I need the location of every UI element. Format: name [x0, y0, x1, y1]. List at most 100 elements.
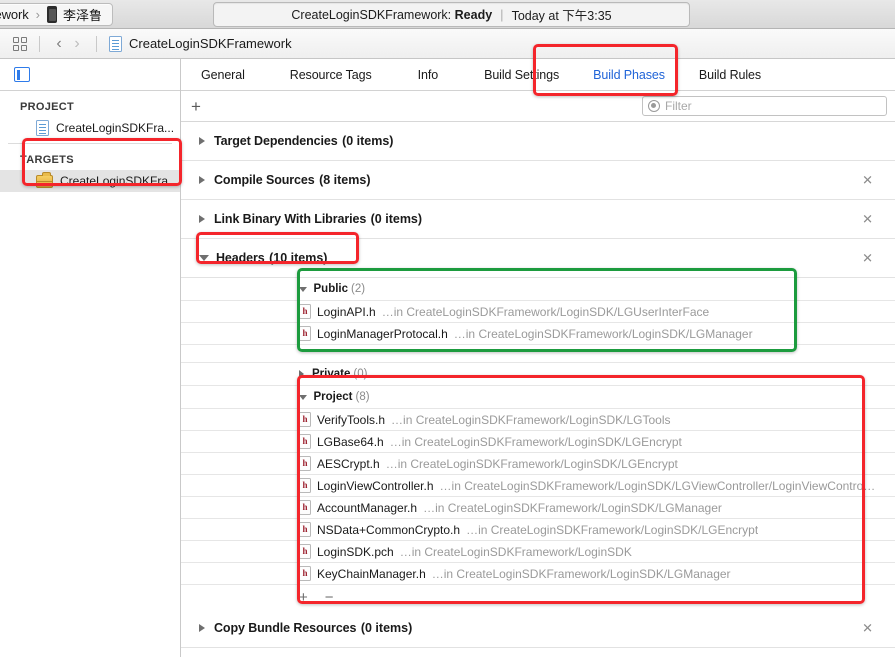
phase-name: Copy Bundle Resources [214, 621, 357, 635]
file-path: …in CreateLoginSDKFramework/LoginSDK/LGT… [391, 412, 671, 427]
file-path: …in CreateLoginSDKFramework/LoginSDK/LGU… [381, 304, 710, 319]
divider [39, 35, 40, 52]
phase-count: (0 items) [360, 621, 413, 635]
editor-add-bar: + Filter [181, 91, 895, 122]
chevron-down-icon[interactable] [299, 394, 307, 400]
group-label: Private [312, 368, 351, 380]
status-state-label: Ready [454, 7, 493, 22]
related-items-icon[interactable] [13, 36, 29, 51]
tab-resource-tags[interactable]: Resource Tags [284, 59, 378, 91]
header-file-row[interactable]: h AccountManager.h …in CreateLoginSDKFra… [181, 497, 895, 519]
tab-info[interactable]: Info [412, 59, 444, 91]
scheme-name: nSDKFramework [0, 7, 29, 22]
header-file-row[interactable]: h LoginAPI.h …in CreateLoginSDKFramework… [181, 301, 895, 323]
build-phases-editor: + Filter Target Dependencies (0 items) C… [181, 91, 895, 657]
remove-phase-icon[interactable]: ✕ [862, 622, 873, 635]
group-label: Project [313, 391, 353, 403]
phase-compile-sources[interactable]: Compile Sources (8 items) ✕ [181, 161, 895, 200]
phase-headers[interactable]: Headers (10 items) ✕ [181, 239, 895, 278]
h-file-icon: h [299, 326, 311, 341]
file-name: AESCrypt.h [317, 456, 380, 471]
headers-group-private[interactable]: Private (0) [181, 363, 895, 386]
tab-build-phases[interactable]: Build Phases [587, 59, 671, 91]
chevron-right-icon[interactable] [199, 215, 205, 223]
filter-input[interactable]: Filter [642, 96, 887, 116]
phase-name: Target Dependencies [214, 134, 338, 148]
h-file-icon: h [299, 304, 311, 319]
tab-build-settings[interactable]: Build Settings [478, 59, 565, 91]
header-file-row[interactable]: h KeyChainManager.h …in CreateLoginSDKFr… [181, 563, 895, 585]
file-name: LoginManagerProtocal.h [317, 326, 448, 341]
breadcrumb[interactable]: CreateLoginSDKFramework [129, 36, 292, 51]
sidebar-toggle-row [0, 59, 180, 91]
file-path: …in CreateLoginSDKFramework/LoginSDK/LGE… [466, 522, 759, 537]
toolbar: nSDKFramework › 李泽鲁 CreateLoginSDKFramew… [0, 0, 895, 29]
file-name: VerifyTools.h [317, 412, 386, 427]
remove-phase-icon[interactable]: ✕ [862, 252, 873, 265]
header-file-row[interactable]: h LoginManagerProtocal.h …in CreateLogin… [181, 323, 895, 345]
sidebar-item-project[interactable]: CreateLoginSDKFra... [0, 117, 180, 139]
remove-phase-icon[interactable]: ✕ [862, 213, 873, 226]
chevron-down-icon[interactable] [299, 286, 307, 292]
remove-header-button[interactable]: − [325, 589, 334, 606]
file-path: …in CreateLoginSDKFramework/LoginSDK/LGM… [431, 566, 731, 581]
phase-count: (0 items) [370, 212, 423, 226]
header-file-row[interactable]: h VerifyTools.h …in CreateLoginSDKFramew… [181, 409, 895, 431]
header-file-row[interactable]: h LoginSDK.pch …in CreateLoginSDKFramewo… [181, 541, 895, 563]
header-file-row[interactable]: h LGBase64.h …in CreateLoginSDKFramework… [181, 431, 895, 453]
file-name: LoginViewController.h [317, 478, 434, 493]
file-name: LGBase64.h [317, 434, 384, 449]
file-name: KeyChainManager.h [317, 566, 426, 581]
sidebar-item-label: CreateLoginSDKFra... [56, 121, 175, 135]
headers-phase-body: Public (2) h LoginAPI.h …in CreateLoginS… [181, 278, 895, 609]
header-file-row[interactable]: h NSData+CommonCrypto.h …in CreateLoginS… [181, 519, 895, 541]
group-spacer [181, 345, 895, 363]
phase-name: Link Binary With Libraries [214, 212, 367, 226]
file-name: LoginSDK.pch [317, 544, 394, 559]
h-file-icon: h [299, 544, 311, 559]
chevron-right-icon[interactable] [199, 176, 205, 184]
forward-arrow-icon[interactable]: › [68, 35, 86, 53]
editor-tab-bar: General Resource Tags Info Build Setting… [181, 59, 895, 91]
tab-general[interactable]: General [195, 59, 251, 91]
status-timestamp: Today at 下午3:35 [511, 9, 612, 23]
phase-name: Compile Sources [214, 173, 315, 187]
remove-phase-icon[interactable]: ✕ [862, 174, 873, 187]
chevron-right-icon[interactable] [299, 370, 304, 378]
status-separator: | [500, 7, 504, 22]
header-file-row[interactable]: h LoginViewController.h …in CreateLoginS… [181, 475, 895, 497]
scheme-selector[interactable]: nSDKFramework › 李泽鲁 [0, 3, 114, 26]
sidebar-item-target[interactable]: CreateLoginSDKFra... [0, 170, 180, 192]
chevron-down-icon[interactable] [199, 255, 209, 261]
phase-link-binary-with-libraries[interactable]: Link Binary With Libraries (0 items) ✕ [181, 200, 895, 239]
back-arrow-icon[interactable]: ‹ [50, 35, 68, 53]
phase-target-dependencies[interactable]: Target Dependencies (0 items) [181, 122, 895, 161]
headers-group-project[interactable]: Project (8) [181, 386, 895, 409]
header-file-row[interactable]: h AESCrypt.h …in CreateLoginSDKFramework… [181, 453, 895, 475]
chevron-right-icon[interactable] [199, 137, 205, 145]
file-path: …in CreateLoginSDKFramework/LoginSDK/LGE… [389, 434, 682, 449]
headers-group-public[interactable]: Public (2) [181, 278, 895, 301]
phase-count: (0 items) [342, 134, 394, 148]
file-name: AccountManager.h [317, 500, 418, 515]
filter-placeholder: Filter [665, 99, 692, 113]
tab-build-rules[interactable]: Build Rules [693, 59, 767, 91]
file-path: …in CreateLoginSDKFramework/LoginSDK/LGE… [385, 456, 678, 471]
group-count: (0) [353, 368, 368, 380]
h-file-icon: h [299, 522, 311, 537]
project-navigator-sidebar: PROJECT CreateLoginSDKFra... TARGETS Cre… [0, 59, 181, 657]
group-label: Public [313, 283, 349, 295]
add-build-phase-button[interactable]: + [191, 98, 201, 115]
project-section-header: PROJECT [20, 101, 75, 113]
phase-copy-bundle-resources[interactable]: Copy Bundle Resources (0 items) ✕ [181, 609, 895, 648]
add-header-button[interactable]: + [299, 589, 308, 606]
divider [96, 35, 97, 52]
h-file-icon: h [299, 566, 311, 581]
status-project-state: CreateLoginSDKFramework: Ready [291, 8, 492, 22]
toggle-navigator-icon[interactable] [14, 67, 30, 82]
device-name: 李泽鲁 [63, 8, 103, 23]
file-name: NSData+CommonCrypto.h [317, 522, 461, 537]
sidebar-item-label: CreateLoginSDKFra... [60, 174, 179, 188]
file-path: …in CreateLoginSDKFramework/LoginSDK/LGM… [423, 500, 722, 515]
chevron-right-icon[interactable] [199, 624, 205, 632]
